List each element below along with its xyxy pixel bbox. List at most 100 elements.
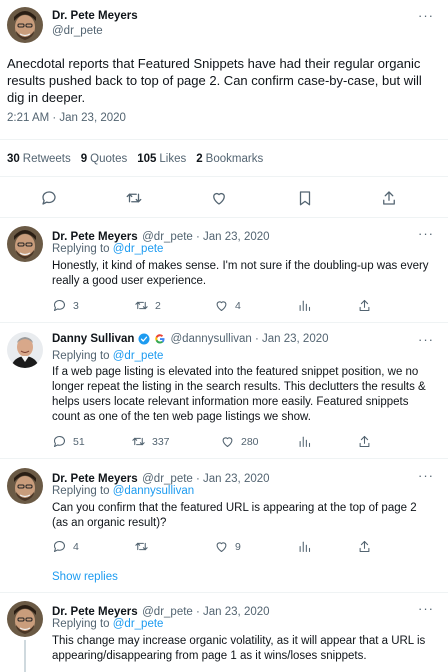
reply-header: Danny Sullivan @dannysullivan · Jan 23, … — [52, 333, 329, 345]
analytics-icon — [299, 541, 311, 553]
reply-avatar[interactable] — [7, 226, 43, 262]
reply-avatar[interactable] — [7, 332, 43, 368]
retweet-count: 2 — [155, 299, 161, 312]
divider — [0, 176, 448, 177]
retweet-icon — [126, 193, 142, 203]
replying-to-label: Replying to — [52, 350, 110, 362]
reply-author-name[interactable]: Danny Sullivan — [52, 333, 134, 345]
reply-button[interactable]: 4 — [52, 539, 79, 554]
likes-label: Likes — [159, 153, 187, 165]
retweet-button[interactable]: 337 — [131, 434, 170, 449]
likes-stat[interactable]: 105 Likes — [137, 153, 186, 165]
avatar-image — [7, 601, 43, 637]
share-icon — [383, 191, 395, 205]
analytics-icon — [299, 436, 311, 448]
views-button[interactable] — [297, 539, 312, 554]
reply-avatar[interactable] — [7, 468, 43, 504]
quotes-label: Quotes — [90, 153, 128, 165]
bookmarks-stat[interactable]: 2 Bookmarks — [196, 153, 263, 165]
reply-text: Honestly, it kind of makes sense. I'm no… — [52, 260, 429, 287]
retweet-icon — [135, 542, 148, 551]
show-replies-link[interactable]: Show replies — [52, 571, 118, 583]
replying-to: Replying to @dr_pete — [52, 350, 163, 362]
like-count: 4 — [235, 299, 241, 312]
reply-count: 3 — [73, 299, 79, 312]
like-button[interactable]: 280 — [220, 434, 259, 449]
replying-to-link[interactable]: @dannysullivan — [113, 485, 194, 497]
reply-handle-date[interactable]: @dr_pete · Jan 23, 2020 — [142, 231, 269, 243]
avatar-image — [7, 332, 43, 368]
like-button[interactable] — [210, 189, 228, 207]
more-options-icon[interactable]: ··· — [418, 332, 434, 347]
replying-to-label: Replying to — [52, 485, 110, 497]
heart-icon — [216, 542, 227, 553]
reply-handle-date[interactable]: @dr_pete · Jan 23, 2020 — [142, 473, 269, 485]
share-button[interactable] — [357, 539, 372, 554]
share-button[interactable] — [380, 189, 398, 207]
like-count: 9 — [235, 540, 241, 553]
bookmarks-count: 2 — [196, 153, 203, 165]
replying-to: Replying to @dannysullivan — [52, 485, 194, 497]
google-logo-icon — [154, 333, 166, 345]
replying-to-link[interactable]: @dr_pete — [113, 618, 164, 630]
author-avatar[interactable] — [7, 7, 43, 43]
replying-to: Replying to @dr_pete — [52, 618, 163, 630]
thread-connector-line — [24, 640, 26, 672]
reply-text: This change may increase organic volatil… — [52, 635, 426, 662]
retweets-label: Retweets — [22, 153, 71, 165]
tweet-stats: 30 Retweets 9 Quotes 105 Likes 2 Bookmarks — [7, 153, 263, 165]
reply-count: 4 — [73, 540, 79, 553]
reply-handle-date[interactable]: @dr_pete · Jan 23, 2020 — [142, 606, 269, 618]
like-button[interactable]: 9 — [214, 539, 241, 554]
divider — [0, 458, 448, 459]
retweet-icon — [135, 301, 148, 310]
divider — [0, 592, 448, 593]
reply-text: Can you confirm that the featured URL is… — [52, 502, 417, 529]
bookmark-icon — [299, 191, 311, 206]
reply-button[interactable] — [40, 189, 58, 207]
more-options-icon[interactable]: ··· — [418, 226, 434, 241]
reply-icon — [53, 300, 65, 312]
retweet-icon — [132, 437, 145, 446]
reply-button[interactable]: 3 — [52, 298, 79, 313]
reply-count: 51 — [73, 435, 85, 448]
share-button[interactable] — [357, 298, 372, 313]
replying-to-link[interactable]: @dr_pete — [113, 350, 164, 362]
tweet-timestamp[interactable]: 2:21 AM · Jan 23, 2020 — [7, 112, 126, 124]
views-button[interactable] — [297, 434, 312, 449]
quotes-stat[interactable]: 9 Quotes — [81, 153, 127, 165]
replying-to: Replying to @dr_pete — [52, 243, 163, 255]
like-count: 280 — [241, 435, 259, 448]
author-name[interactable]: Dr. Pete Meyers — [52, 10, 138, 22]
reply-text: If a web page listing is elevated into t… — [52, 366, 426, 423]
share-icon — [359, 540, 370, 553]
more-options-icon[interactable]: ··· — [418, 601, 434, 616]
divider — [0, 139, 448, 140]
more-options-icon[interactable]: ··· — [418, 468, 434, 483]
retweet-button[interactable] — [134, 539, 155, 554]
heart-icon — [222, 437, 233, 448]
reply-icon — [53, 436, 65, 448]
views-button[interactable] — [297, 298, 312, 313]
share-icon — [359, 299, 370, 312]
reply-avatar[interactable] — [7, 601, 43, 637]
reply-handle-date[interactable]: @dannysullivan · Jan 23, 2020 — [170, 333, 328, 345]
retweet-button[interactable]: 2 — [134, 298, 161, 313]
more-options-icon[interactable]: ··· — [418, 8, 434, 23]
reply-author-name[interactable]: Dr. Pete Meyers — [52, 231, 138, 243]
retweets-count: 30 — [7, 153, 20, 165]
bookmark-button[interactable] — [296, 189, 314, 207]
retweet-button[interactable] — [125, 189, 143, 207]
share-button[interactable] — [357, 434, 372, 449]
quotes-count: 9 — [80, 153, 88, 165]
avatar-image — [7, 7, 43, 43]
reply-author-name[interactable]: Dr. Pete Meyers — [52, 473, 138, 485]
verified-badge-icon — [138, 333, 150, 345]
bookmarks-label: Bookmarks — [205, 153, 264, 165]
retweets-stat[interactable]: 30 Retweets — [7, 153, 71, 165]
like-button[interactable]: 4 — [214, 298, 241, 313]
reply-author-name[interactable]: Dr. Pete Meyers — [52, 606, 138, 618]
author-handle[interactable]: @dr_pete — [52, 25, 103, 37]
reply-button[interactable]: 51 — [52, 434, 85, 449]
replying-to-link[interactable]: @dr_pete — [113, 243, 164, 255]
